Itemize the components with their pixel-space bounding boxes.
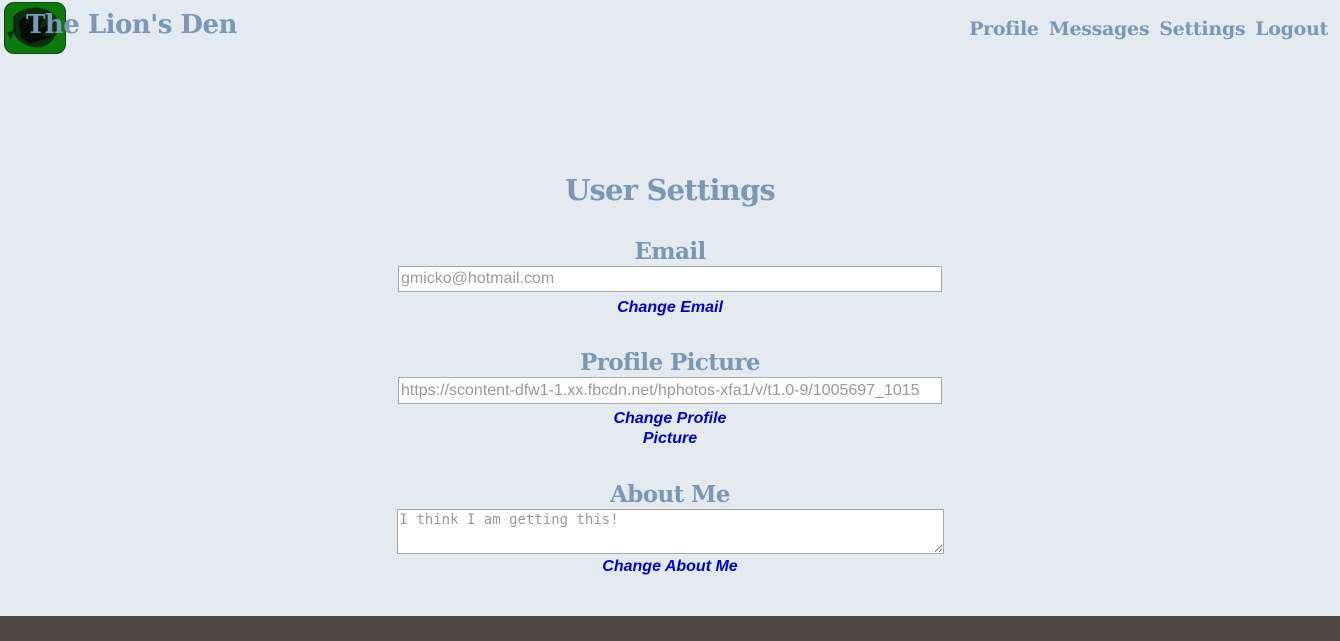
profile-picture-input[interactable] bbox=[398, 377, 942, 404]
nav-messages[interactable]: Messages bbox=[1049, 18, 1150, 40]
nav-settings[interactable]: Settings bbox=[1159, 18, 1245, 40]
profile-picture-section: Profile Picture Change Profile Picture bbox=[0, 348, 1340, 449]
email-input[interactable] bbox=[398, 266, 942, 292]
site-header: The Lion's Den Profile Messages Settings… bbox=[0, 0, 1340, 60]
page-footer bbox=[0, 616, 1340, 641]
page-title: User Settings bbox=[565, 173, 776, 207]
change-email-button[interactable]: Change Email bbox=[617, 298, 723, 318]
profile-picture-heading: Profile Picture bbox=[580, 349, 761, 376]
change-profile-picture-line1: Change Profile bbox=[613, 410, 727, 427]
nav-profile[interactable]: Profile bbox=[969, 18, 1039, 40]
nav-logout[interactable]: Logout bbox=[1255, 18, 1328, 40]
top-nav: Profile Messages Settings Logout bbox=[969, 18, 1328, 40]
about-me-section: About Me Change About Me bbox=[0, 480, 1340, 577]
site-title[interactable]: The Lion's Den bbox=[26, 10, 237, 40]
about-me-heading: About Me bbox=[610, 481, 731, 508]
email-heading: Email bbox=[634, 238, 706, 265]
settings-title-section: User Settings bbox=[0, 170, 1340, 210]
about-me-textarea[interactable] bbox=[396, 509, 944, 554]
change-profile-picture-line2: Picture bbox=[642, 430, 698, 447]
email-section: Email Change Email bbox=[0, 237, 1340, 318]
change-profile-picture-button[interactable]: Change Profile Picture bbox=[614, 409, 727, 449]
change-about-me-button[interactable]: Change About Me bbox=[602, 557, 737, 577]
